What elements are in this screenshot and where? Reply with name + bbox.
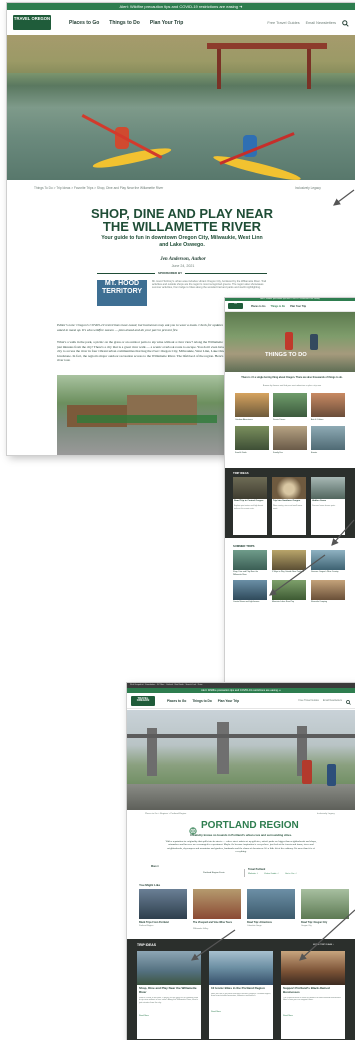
- arrow-to-portland-card: [191, 929, 236, 961]
- arrow-to-summer-card: [269, 554, 326, 596]
- annotation-arrows: [191, 189, 355, 961]
- arrow-to-trip-card: [331, 519, 355, 546]
- arrow-to-title: [333, 189, 355, 206]
- arrow-to-portland-trip: [299, 909, 355, 961]
